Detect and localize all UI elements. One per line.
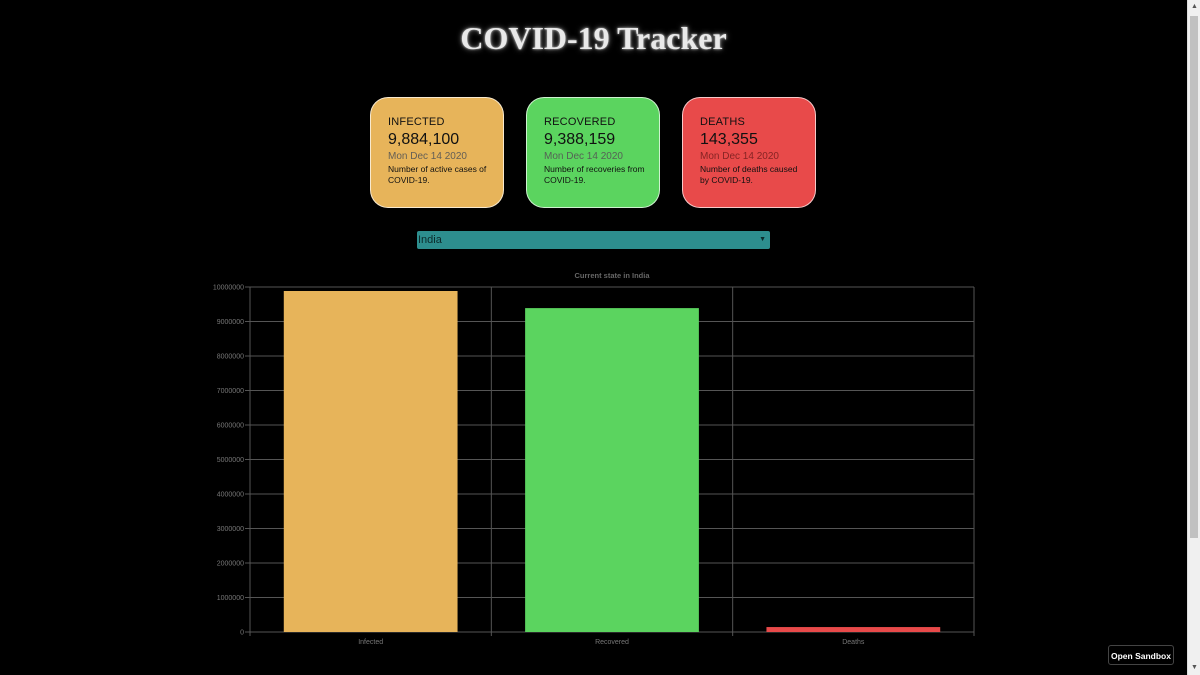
- x-tick-label: Infected: [358, 639, 383, 646]
- recovered-description: Number of recoveries from COVID-19.: [544, 164, 645, 185]
- y-tick-label: 3000000: [217, 526, 244, 533]
- infected-date: Mon Dec 14 2020: [388, 151, 467, 162]
- bar-deaths: [766, 627, 941, 632]
- open-sandbox-button[interactable]: Open Sandbox: [1108, 645, 1174, 665]
- y-tick-label: 4000000: [217, 492, 244, 499]
- bar-infected: [283, 290, 458, 632]
- page-title: COVID-19 Tracker: [460, 20, 727, 56]
- deaths-label: DEATHS: [700, 116, 746, 128]
- caret-down-icon: ▼: [759, 236, 766, 243]
- y-tick-label: 7000000: [217, 388, 244, 395]
- country-select-value: India: [418, 234, 442, 246]
- page: COVID-19 Tracker INFECTED 9,884,100 Mon …: [0, 0, 1200, 675]
- y-tick-label: 1000000: [217, 595, 244, 602]
- scroll-up-icon[interactable]: ▲: [1188, 0, 1200, 14]
- deaths-date: Mon Dec 14 2020: [700, 151, 779, 162]
- infected-description: Number of active cases of COVID-19.: [388, 164, 487, 185]
- recovered-card: RECOVERED 9,388,159 Mon Dec 14 2020 Numb…: [526, 97, 660, 208]
- scrollbar-thumb[interactable]: [1190, 16, 1198, 538]
- y-tick-label: 0: [240, 630, 244, 637]
- y-tick-label: 6000000: [217, 423, 244, 430]
- deaths-description: Number of deaths caused by COVID-19.: [700, 164, 798, 185]
- bar-recovered: [525, 308, 699, 632]
- infected-card: INFECTED 9,884,100 Mon Dec 14 2020 Numbe…: [370, 97, 504, 208]
- country-select[interactable]: India ▼: [417, 231, 770, 249]
- recovered-date: Mon Dec 14 2020: [544, 151, 623, 162]
- recovered-value: 9,388,159: [544, 131, 616, 148]
- vertical-scrollbar[interactable]: ▲ ▼: [1187, 0, 1200, 675]
- y-tick-label: 2000000: [217, 561, 244, 568]
- chart-title: Current state in India: [574, 271, 650, 280]
- deaths-card: DEATHS 143,355 Mon Dec 14 2020 Number of…: [682, 97, 816, 208]
- x-tick-label: Recovered: [595, 639, 629, 646]
- bar-chart: Current state in India 0 1000000 2000000 300…: [200, 265, 990, 650]
- y-tick-label: 8000000: [217, 354, 244, 361]
- chart-svg: Current state in India 0 1000000 2000000 300…: [213, 271, 975, 646]
- scroll-down-icon[interactable]: ▼: [1188, 661, 1200, 675]
- y-tick-label: 9000000: [217, 319, 244, 326]
- deaths-value: 143,355: [700, 131, 758, 148]
- y-tick-label: 10000000: [213, 285, 244, 292]
- x-tick-label: Deaths: [842, 639, 865, 646]
- infected-label: INFECTED: [388, 116, 445, 128]
- y-tick-label: 5000000: [217, 457, 244, 464]
- recovered-label: RECOVERED: [544, 116, 616, 128]
- infected-value: 9,884,100: [388, 131, 460, 148]
